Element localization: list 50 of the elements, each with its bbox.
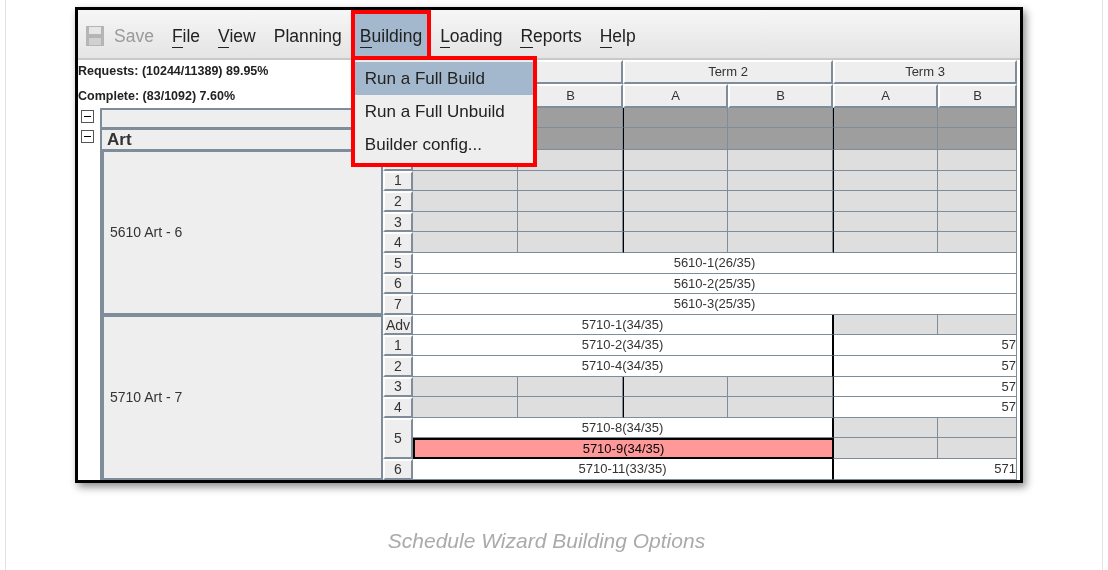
period-label: 1	[383, 170, 413, 192]
period-label: 5	[383, 417, 413, 459]
period-label: 2	[383, 191, 413, 212]
period-label: 6	[383, 458, 413, 480]
period-label: 6	[383, 273, 413, 295]
class-section[interactable]: 57	[833, 397, 1017, 418]
menu-item[interactable]: Planning	[264, 10, 351, 58]
status-text: Complete: (83/1092) 7.60%	[78, 88, 235, 105]
tree-node-label[interactable]: Art	[107, 130, 132, 149]
class-section[interactable]: 5610-3(25/35)	[413, 294, 1017, 315]
class-section[interactable]: 57	[833, 376, 1017, 398]
class-section[interactable]: 5610-2(25/35)	[413, 273, 1017, 295]
period-label: 4	[383, 397, 413, 418]
course-label: 5610 Art - 6	[102, 150, 383, 315]
status-text: Requests: (10244/11389) 89.95%	[78, 63, 269, 81]
menu-item[interactable]: Building	[350, 10, 432, 58]
course-label: 5710 Art - 7	[102, 314, 383, 480]
collapse-toggle-icon[interactable]	[81, 130, 94, 143]
class-section[interactable]: 5610-1(26/35)	[413, 252, 1017, 274]
period-label: Adv	[383, 314, 413, 336]
period-label: 3	[383, 376, 413, 398]
period-label: 5	[383, 252, 413, 274]
class-section[interactable]: 5710-8(34/35)	[413, 417, 833, 439]
menu-option[interactable]: Run a Full Build	[354, 62, 533, 95]
class-section[interactable]: 57	[833, 355, 1017, 377]
column-header: B	[728, 84, 833, 108]
menu-item[interactable]: File	[162, 10, 210, 58]
figure-caption: Schedule Wizard Building Options	[386, 527, 707, 554]
class-section[interactable]: 5710-4(34/35)	[413, 355, 833, 377]
column-header: Term 3	[833, 60, 1017, 84]
menu-item[interactable]: Loading	[431, 10, 512, 58]
period-label: 1	[383, 335, 413, 356]
class-section[interactable]: 5710-9(34/35)	[413, 438, 833, 459]
class-section[interactable]: 5710-2(34/35)	[413, 335, 833, 356]
class-section[interactable]: 5710-11(33/35)	[413, 458, 833, 480]
class-section[interactable]: 5710-1(34/35)	[413, 314, 833, 336]
menu-item[interactable]: Help	[590, 10, 645, 58]
class-section[interactable]: 57	[833, 335, 1017, 356]
column-header: Term 2	[623, 60, 833, 84]
period-label: 4	[383, 232, 413, 253]
class-section[interactable]: 571	[833, 458, 1017, 480]
menu-item[interactable]: View	[209, 10, 265, 58]
column-header: A	[833, 84, 938, 108]
collapse-toggle-icon[interactable]	[81, 110, 94, 123]
menu-item[interactable]: Reports	[511, 10, 591, 58]
period-label: 7	[383, 294, 413, 315]
period-label: 2	[383, 355, 413, 377]
period-label: 3	[383, 211, 413, 233]
column-header: B	[938, 84, 1017, 108]
column-header: A	[623, 84, 728, 108]
